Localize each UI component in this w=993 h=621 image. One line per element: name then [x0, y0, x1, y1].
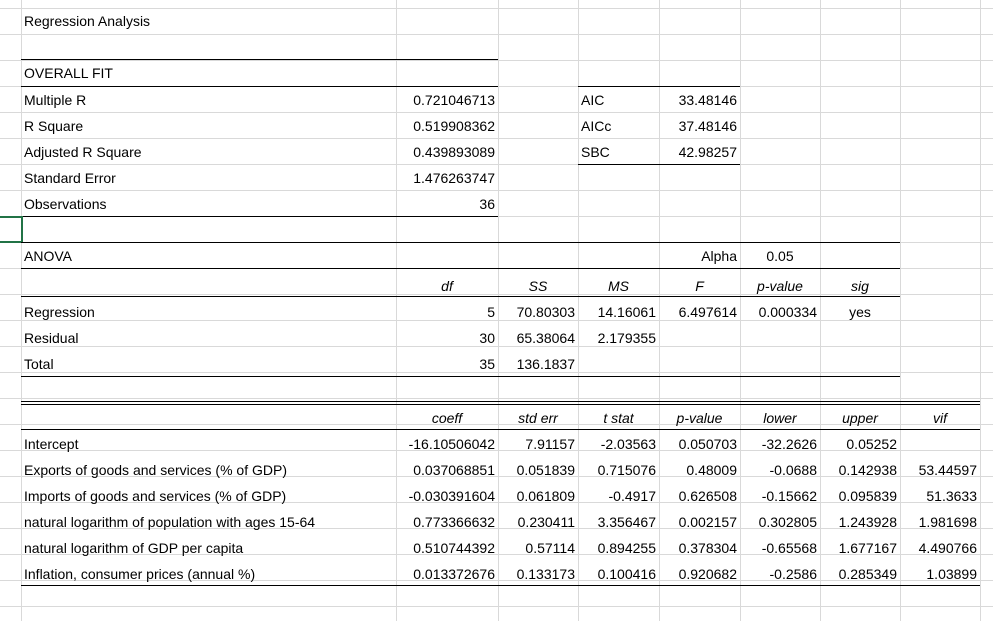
coef-vif[interactable]: 53.44597 — [900, 457, 980, 483]
anova-label-regression[interactable]: Regression — [21, 299, 396, 325]
coef-col-vif[interactable]: vif — [900, 405, 980, 431]
anova-sig-regression[interactable]: yes — [820, 299, 900, 325]
coef-se[interactable]: 0.230411 — [498, 509, 578, 535]
fit-value-observations[interactable]: 36 — [396, 191, 498, 217]
coef-t[interactable]: 0.100416 — [578, 561, 659, 587]
coef-upper[interactable]: 1.243928 — [820, 509, 900, 535]
fit-value-r-square[interactable]: 0.519908362 — [396, 113, 498, 139]
coef-upper[interactable]: 1.677167 — [820, 535, 900, 561]
coef-col-upper[interactable]: upper — [820, 405, 900, 431]
coef-vif[interactable] — [900, 431, 980, 457]
anova-df-regression[interactable]: 5 — [396, 299, 498, 325]
coef-coeff[interactable]: 0.037068851 — [396, 457, 498, 483]
fit-value-multiple-r[interactable]: 0.721046713 — [396, 87, 498, 113]
criteria-bottom-rule — [578, 164, 740, 165]
active-cell-selection[interactable] — [0, 216, 23, 243]
criteria-value-aicc[interactable]: 37.48146 — [659, 113, 740, 139]
coef-label-population[interactable]: natural logarithm of population with age… — [21, 509, 396, 535]
coef-p[interactable]: 0.48009 — [659, 457, 740, 483]
overall-fit-header[interactable]: OVERALL FIT — [21, 60, 396, 86]
anova-df-residual[interactable]: 30 — [396, 325, 498, 351]
coef-coeff[interactable]: 0.773366632 — [396, 509, 498, 535]
alpha-value[interactable]: 0.05 — [740, 243, 820, 269]
fit-label-multiple-r[interactable]: Multiple R — [21, 87, 396, 113]
coef-vif[interactable]: 1.981698 — [900, 509, 980, 535]
coef-label-exports[interactable]: Exports of goods and services (% of GDP) — [21, 457, 396, 483]
coef-lower[interactable]: -0.15662 — [740, 483, 820, 509]
coef-upper[interactable]: 0.05252 — [820, 431, 900, 457]
coef-se[interactable]: 7.91157 — [498, 431, 578, 457]
criteria-label-aicc[interactable]: AICc — [578, 113, 659, 139]
coef-coeff[interactable]: 0.013372676 — [396, 561, 498, 587]
fit-label-r-square[interactable]: R Square — [21, 113, 396, 139]
sheet-title[interactable]: Regression Analysis — [21, 8, 396, 34]
coef-lower[interactable]: -0.0688 — [740, 457, 820, 483]
anova-df-total[interactable]: 35 — [396, 351, 498, 377]
anova-ss-residual[interactable]: 65.38064 — [498, 325, 578, 351]
fit-value-standard-error[interactable]: 1.476263747 — [396, 165, 498, 191]
coef-coeff[interactable]: 0.510744392 — [396, 535, 498, 561]
anova-col-rule — [21, 296, 900, 297]
coef-vif[interactable]: 4.490766 — [900, 535, 980, 561]
coef-col-coeff[interactable]: coeff — [396, 405, 498, 431]
coef-label-intercept[interactable]: Intercept — [21, 431, 396, 457]
criteria-label-aic[interactable]: AIC — [578, 87, 659, 113]
criteria-label-sbc[interactable]: SBC — [578, 139, 659, 165]
anova-header[interactable]: ANOVA — [21, 243, 396, 269]
coef-vif[interactable]: 1.03899 — [900, 561, 980, 587]
coef-top-rule — [21, 401, 980, 402]
coef-col-p-value[interactable]: p-value — [659, 405, 740, 431]
anova-f-regression[interactable]: 6.497614 — [659, 299, 740, 325]
coef-lower[interactable]: 0.302805 — [740, 509, 820, 535]
anova-p-regression[interactable]: 0.000334 — [740, 299, 820, 325]
coef-p[interactable]: 0.378304 — [659, 535, 740, 561]
fit-label-observations[interactable]: Observations — [21, 191, 396, 217]
coef-coeff[interactable]: -0.030391604 — [396, 483, 498, 509]
coef-label-gdp-per-capita[interactable]: natural logarithm of GDP per capita — [21, 535, 396, 561]
overall-fit-bottom-rule — [21, 216, 498, 217]
coef-label-inflation[interactable]: Inflation, consumer prices (annual %) — [21, 561, 396, 587]
coef-col-t-stat[interactable]: t stat — [578, 405, 659, 431]
coef-t[interactable]: 3.356467 — [578, 509, 659, 535]
coef-col-rule — [21, 429, 980, 430]
anova-ss-total[interactable]: 136.1837 — [498, 351, 578, 377]
fit-label-adjusted-r-square[interactable]: Adjusted R Square — [21, 139, 396, 165]
coef-lower[interactable]: -0.65568 — [740, 535, 820, 561]
coef-upper[interactable]: 0.285349 — [820, 561, 900, 587]
alpha-label[interactable]: Alpha — [659, 243, 740, 269]
coef-upper[interactable]: 0.095839 — [820, 483, 900, 509]
coef-p[interactable]: 0.626508 — [659, 483, 740, 509]
coef-label-imports[interactable]: Imports of goods and services (% of GDP) — [21, 483, 396, 509]
coef-upper[interactable]: 0.142938 — [820, 457, 900, 483]
coef-p[interactable]: 0.920682 — [659, 561, 740, 587]
coef-se[interactable]: 0.051839 — [498, 457, 578, 483]
coef-col-lower[interactable]: lower — [740, 405, 820, 431]
anova-label-total[interactable]: Total — [21, 351, 396, 377]
coef-bottom-rule — [21, 585, 980, 586]
criteria-value-sbc[interactable]: 42.98257 — [659, 139, 740, 165]
anova-label-residual[interactable]: Residual — [21, 325, 396, 351]
coef-col-std-err[interactable]: std err — [498, 405, 578, 431]
anova-ms-residual[interactable]: 2.179355 — [578, 325, 659, 351]
coef-t[interactable]: -0.4917 — [578, 483, 659, 509]
anova-ms-regression[interactable]: 14.16061 — [578, 299, 659, 325]
coef-lower[interactable]: -0.2586 — [740, 561, 820, 587]
coef-vif[interactable]: 51.3633 — [900, 483, 980, 509]
coef-t[interactable]: 0.894255 — [578, 535, 659, 561]
coef-p[interactable]: 0.050703 — [659, 431, 740, 457]
coef-t[interactable]: -2.03563 — [578, 431, 659, 457]
coef-se[interactable]: 0.061809 — [498, 483, 578, 509]
anova-bottom-rule — [21, 376, 900, 377]
coef-se[interactable]: 0.57114 — [498, 535, 578, 561]
criteria-value-aic[interactable]: 33.48146 — [659, 87, 740, 113]
coef-p[interactable]: 0.002157 — [659, 509, 740, 535]
coef-lower[interactable]: -32.2626 — [740, 431, 820, 457]
coef-coeff[interactable]: -16.10506042 — [396, 431, 498, 457]
coef-t[interactable]: 0.715076 — [578, 457, 659, 483]
coef-se[interactable]: 0.133173 — [498, 561, 578, 587]
fit-label-standard-error[interactable]: Standard Error — [21, 165, 396, 191]
fit-value-adjusted-r-square[interactable]: 0.439893089 — [396, 139, 498, 165]
anova-ss-regression[interactable]: 70.80303 — [498, 299, 578, 325]
anova-header-rule — [21, 268, 900, 269]
